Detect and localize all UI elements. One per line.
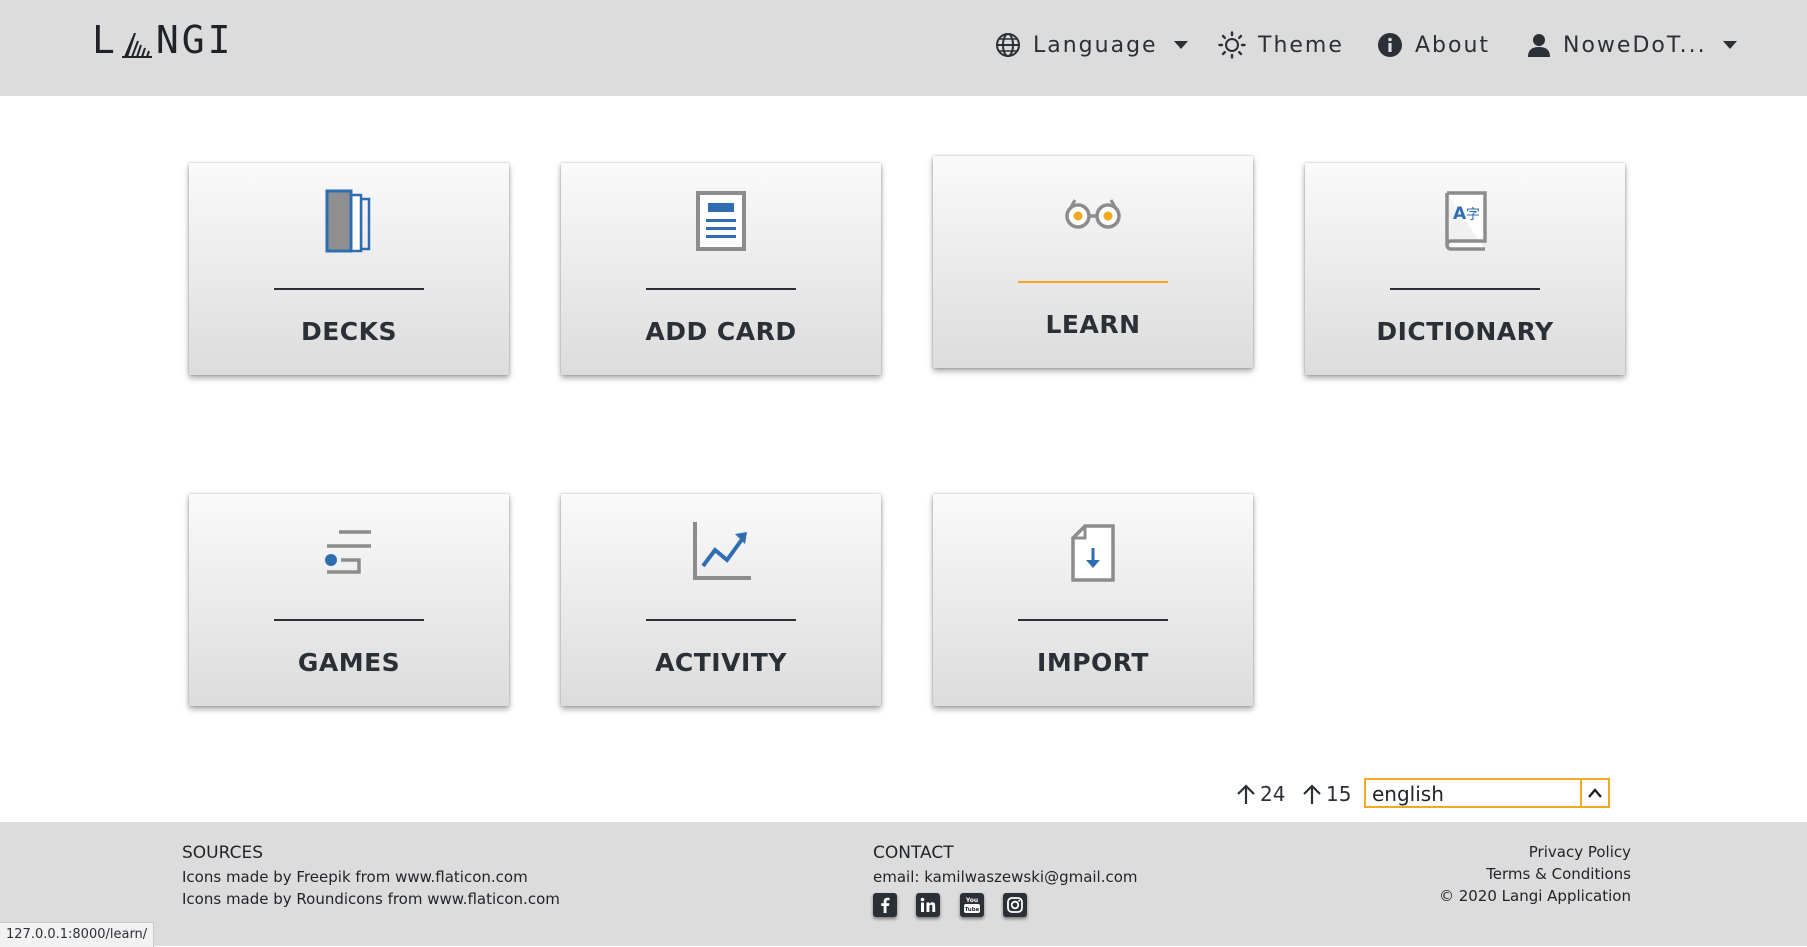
footer-contact-email[interactable]: email: kamilwaszewski@gmail.com: [873, 868, 1138, 886]
tile-divider: [646, 619, 796, 621]
chevron-down-icon: [1173, 41, 1188, 49]
stat-counter-2-value: 15: [1326, 782, 1352, 806]
nav-theme-label: Theme: [1258, 32, 1344, 58]
footer-sources-title: SOURCES: [182, 843, 263, 863]
linkedin-icon[interactable]: [916, 893, 940, 917]
logo-mark-icon: [121, 33, 152, 58]
footer-source-line[interactable]: Icons made by Freepik from www.flaticon.…: [182, 868, 528, 886]
chevron-down-icon: [1722, 41, 1737, 49]
nav-about-label: About: [1415, 32, 1491, 58]
nav-user-label: NoweDoT...: [1563, 32, 1707, 58]
tile-games[interactable]: GAMES: [189, 494, 509, 706]
tile-label: GAMES: [297, 648, 401, 677]
user-icon: [1528, 34, 1550, 57]
svg-text:A: A: [1453, 204, 1467, 224]
tile-label: LEARN: [1045, 310, 1141, 339]
tile-dictionary[interactable]: A 字 DICTIONARY: [1305, 163, 1625, 375]
tile-divider: [646, 288, 796, 290]
tile-label: ADD CARD: [645, 317, 797, 346]
language-select[interactable]: english: [1364, 778, 1610, 808]
nav-language-label: Language: [1033, 32, 1158, 58]
nav-user-menu[interactable]: NoweDoT...: [1527, 29, 1737, 61]
games-icon: [325, 530, 371, 574]
stat-counter-2: 15: [1302, 780, 1351, 808]
instagram-icon[interactable]: [1003, 893, 1027, 917]
browser-status-url: 127.0.0.1:8000/learn/: [0, 922, 155, 947]
copyright-text: © 2020 Langi Application: [1438, 887, 1631, 905]
tile-label: IMPORT: [1037, 648, 1149, 677]
tile-divider: [274, 288, 424, 290]
tile-learn[interactable]: LEARN: [933, 156, 1253, 368]
tile-activity[interactable]: ACTIVITY: [561, 494, 881, 706]
svg-text:You: You: [965, 897, 978, 904]
glasses-icon: [1065, 199, 1121, 229]
tile-decks[interactable]: DECKS: [189, 163, 509, 375]
top-navbar: L NGI Language Theme About NoweDoT...: [0, 0, 1807, 96]
langi-logo[interactable]: L NGI: [92, 18, 234, 62]
tile-divider: [1018, 281, 1168, 283]
svg-text:Tube: Tube: [965, 907, 980, 913]
sun-icon: [1218, 31, 1246, 59]
nav-theme[interactable]: Theme: [1218, 29, 1344, 61]
footer-contact-title: CONTACT: [873, 843, 954, 863]
stat-counter-1: 24: [1236, 780, 1285, 808]
tile-add-card[interactable]: ADD CARD: [561, 163, 881, 375]
tile-divider: [274, 619, 424, 621]
privacy-policy-link[interactable]: Privacy Policy: [1529, 843, 1631, 861]
youtube-icon[interactable]: You Tube: [960, 893, 984, 917]
arrow-up-icon: [1237, 784, 1255, 804]
chart-trend-icon: [693, 522, 751, 580]
dictionary-book-icon: A 字: [1445, 191, 1487, 251]
add-card-icon: [696, 191, 746, 251]
terms-link[interactable]: Terms & Conditions: [1486, 865, 1631, 883]
nav-about[interactable]: About: [1377, 29, 1490, 61]
footer-source-line[interactable]: Icons made by Roundicons from www.flatic…: [182, 890, 560, 908]
tile-label: DECKS: [300, 317, 398, 346]
chevron-up-icon[interactable]: [1580, 780, 1608, 806]
nav-language[interactable]: Language: [995, 29, 1188, 61]
stat-counter-1-value: 24: [1260, 782, 1286, 806]
info-icon: [1378, 33, 1402, 57]
cards-icon: [325, 189, 371, 253]
facebook-icon[interactable]: [873, 893, 897, 917]
language-select-value: english: [1372, 782, 1444, 806]
import-file-icon: [1071, 524, 1115, 582]
tile-label: DICTIONARY: [1376, 317, 1554, 346]
tile-divider: [1018, 619, 1168, 621]
svg-text:字: 字: [1466, 207, 1480, 223]
tile-label: ACTIVITY: [655, 648, 787, 677]
arrow-up-icon: [1303, 784, 1321, 804]
tile-import[interactable]: IMPORT: [933, 494, 1253, 706]
tile-divider: [1390, 288, 1540, 290]
globe-icon: [996, 33, 1020, 57]
